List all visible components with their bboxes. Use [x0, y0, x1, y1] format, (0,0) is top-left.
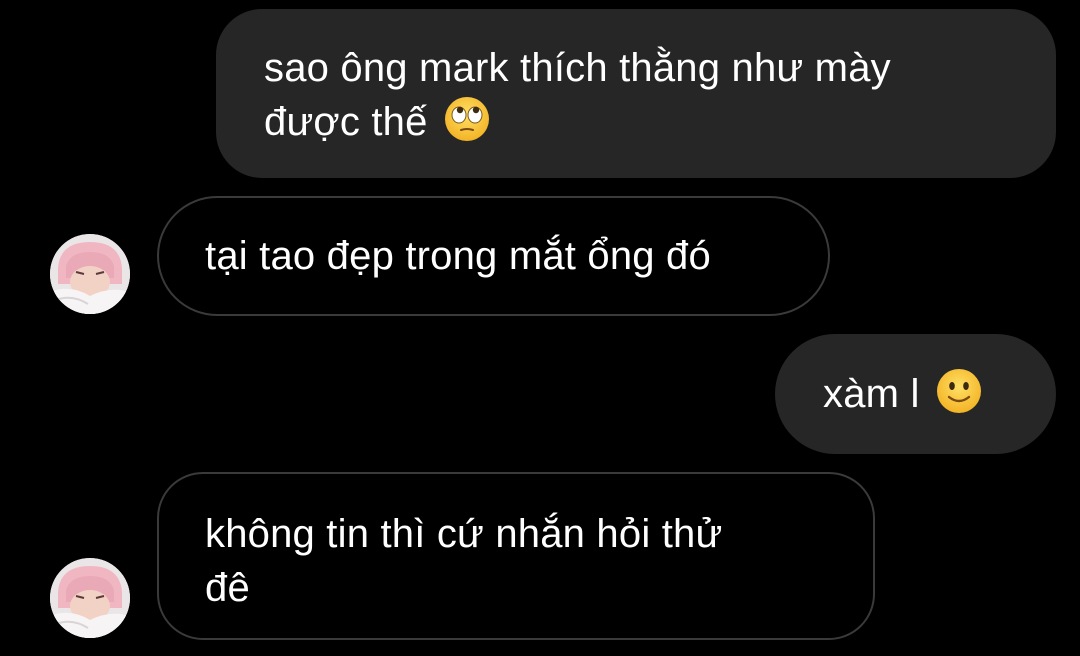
sent-message-bubble[interactable]: sao ông mark thích thằng như mày được th… — [216, 9, 1056, 178]
received-message-bubble[interactable]: tại tao đẹp trong mắt ổng đó — [157, 196, 830, 316]
received-message-bubble[interactable]: không tin thì cứ nhắn hỏi thử đê — [157, 472, 875, 640]
sent-message-bubble[interactable]: xàm l — [775, 334, 1056, 454]
message-text-line: sao ông mark thích thằng như mày — [264, 46, 891, 90]
contact-avatar[interactable] — [50, 234, 130, 314]
face-with-rolling-eyes-icon — [443, 95, 491, 143]
message-text-line: đê — [205, 566, 250, 610]
message-text: xàm l — [823, 372, 920, 416]
contact-avatar[interactable] — [50, 558, 130, 638]
message-text: tại tao đẹp trong mắt ổng đó — [205, 234, 711, 278]
slightly-smiling-face-icon — [935, 367, 983, 415]
message-text-line: không tin thì cứ nhắn hỏi thử — [205, 512, 723, 556]
message-text-line: được thế — [264, 100, 428, 144]
